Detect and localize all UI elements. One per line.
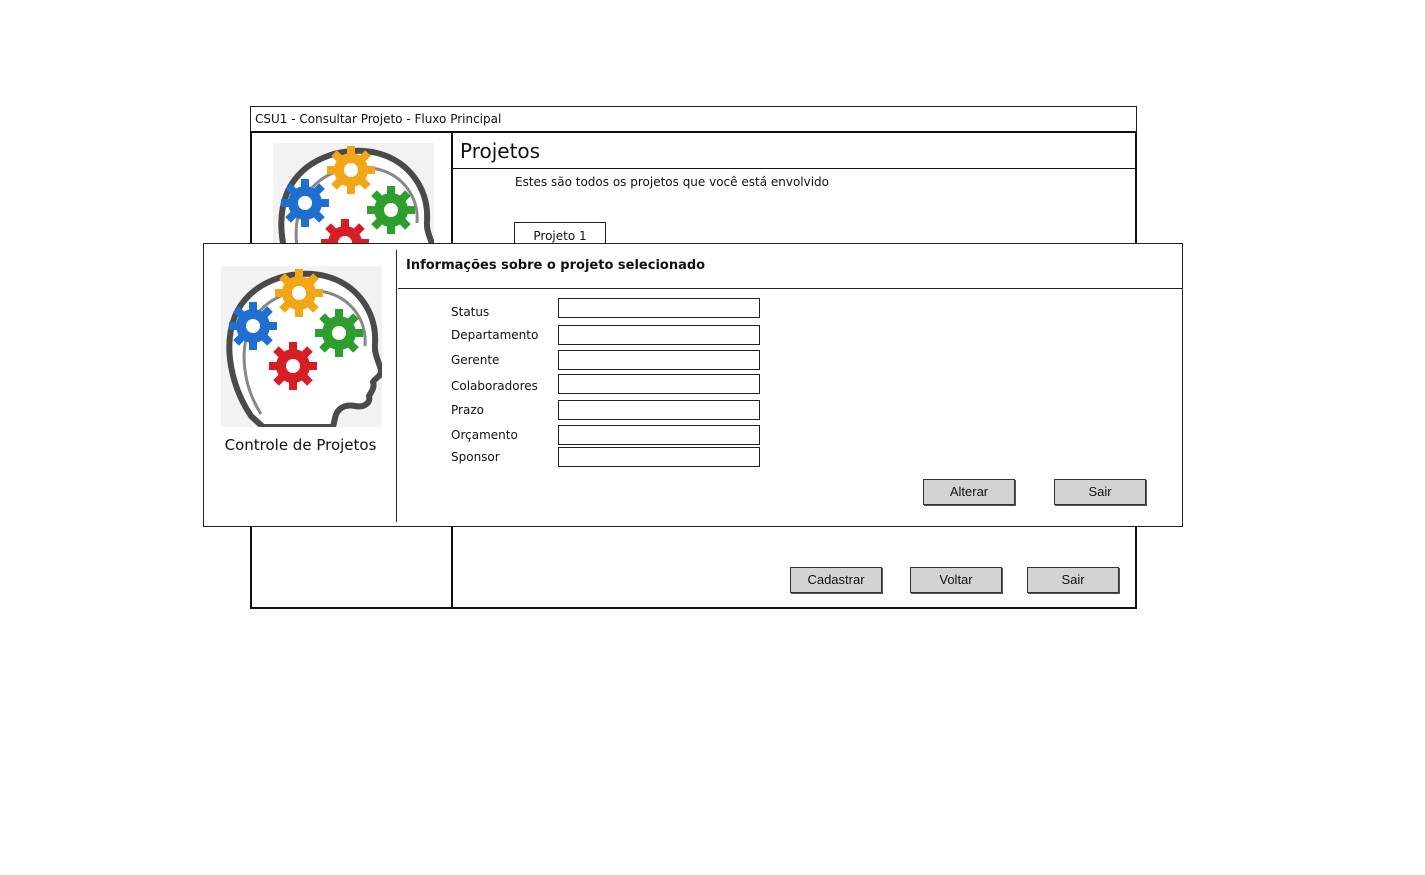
edit-button[interactable]: Alterar: [923, 479, 1015, 505]
manager-label: Gerente: [451, 353, 500, 367]
register-button[interactable]: Cadastrar: [790, 567, 882, 593]
collaborators-field[interactable]: [558, 374, 760, 394]
manager-field[interactable]: [558, 350, 760, 370]
brain-gears-logo-icon: [273, 143, 434, 243]
brain-gears-logo-icon: [221, 266, 382, 427]
projects-header-divider: [453, 168, 1135, 169]
window-title-bar: CSU1 - Consultar Projeto - Fluxo Princip…: [250, 106, 1137, 132]
deadline-field[interactable]: [558, 400, 760, 420]
department-field[interactable]: [558, 325, 760, 345]
dialog-title: Informações sobre o projeto selecionado: [406, 258, 706, 273]
projects-description: Estes são todos os projetos que você est…: [515, 175, 830, 189]
projects-heading: Projetos: [460, 139, 541, 163]
projects-exit-button[interactable]: Sair: [1027, 567, 1119, 593]
status-label: Status: [451, 305, 490, 319]
dialog-sidebar-divider: [396, 250, 397, 522]
dialog-header-divider: [398, 288, 1182, 289]
department-label: Departamento: [451, 328, 539, 342]
dialog-exit-button[interactable]: Sair: [1054, 479, 1146, 505]
collaborators-label: Colaboradores: [451, 379, 538, 393]
window-title: CSU1 - Consultar Projeto - Fluxo Princip…: [255, 112, 502, 126]
sponsor-label: Sponsor: [451, 450, 500, 464]
status-field[interactable]: [558, 298, 760, 318]
back-button[interactable]: Voltar: [910, 567, 1002, 593]
budget-field[interactable]: [558, 425, 760, 445]
sponsor-field[interactable]: [558, 447, 760, 467]
budget-label: Orçamento: [451, 428, 518, 442]
app-name: Controle de Projetos: [224, 436, 377, 454]
deadline-label: Prazo: [451, 403, 484, 417]
